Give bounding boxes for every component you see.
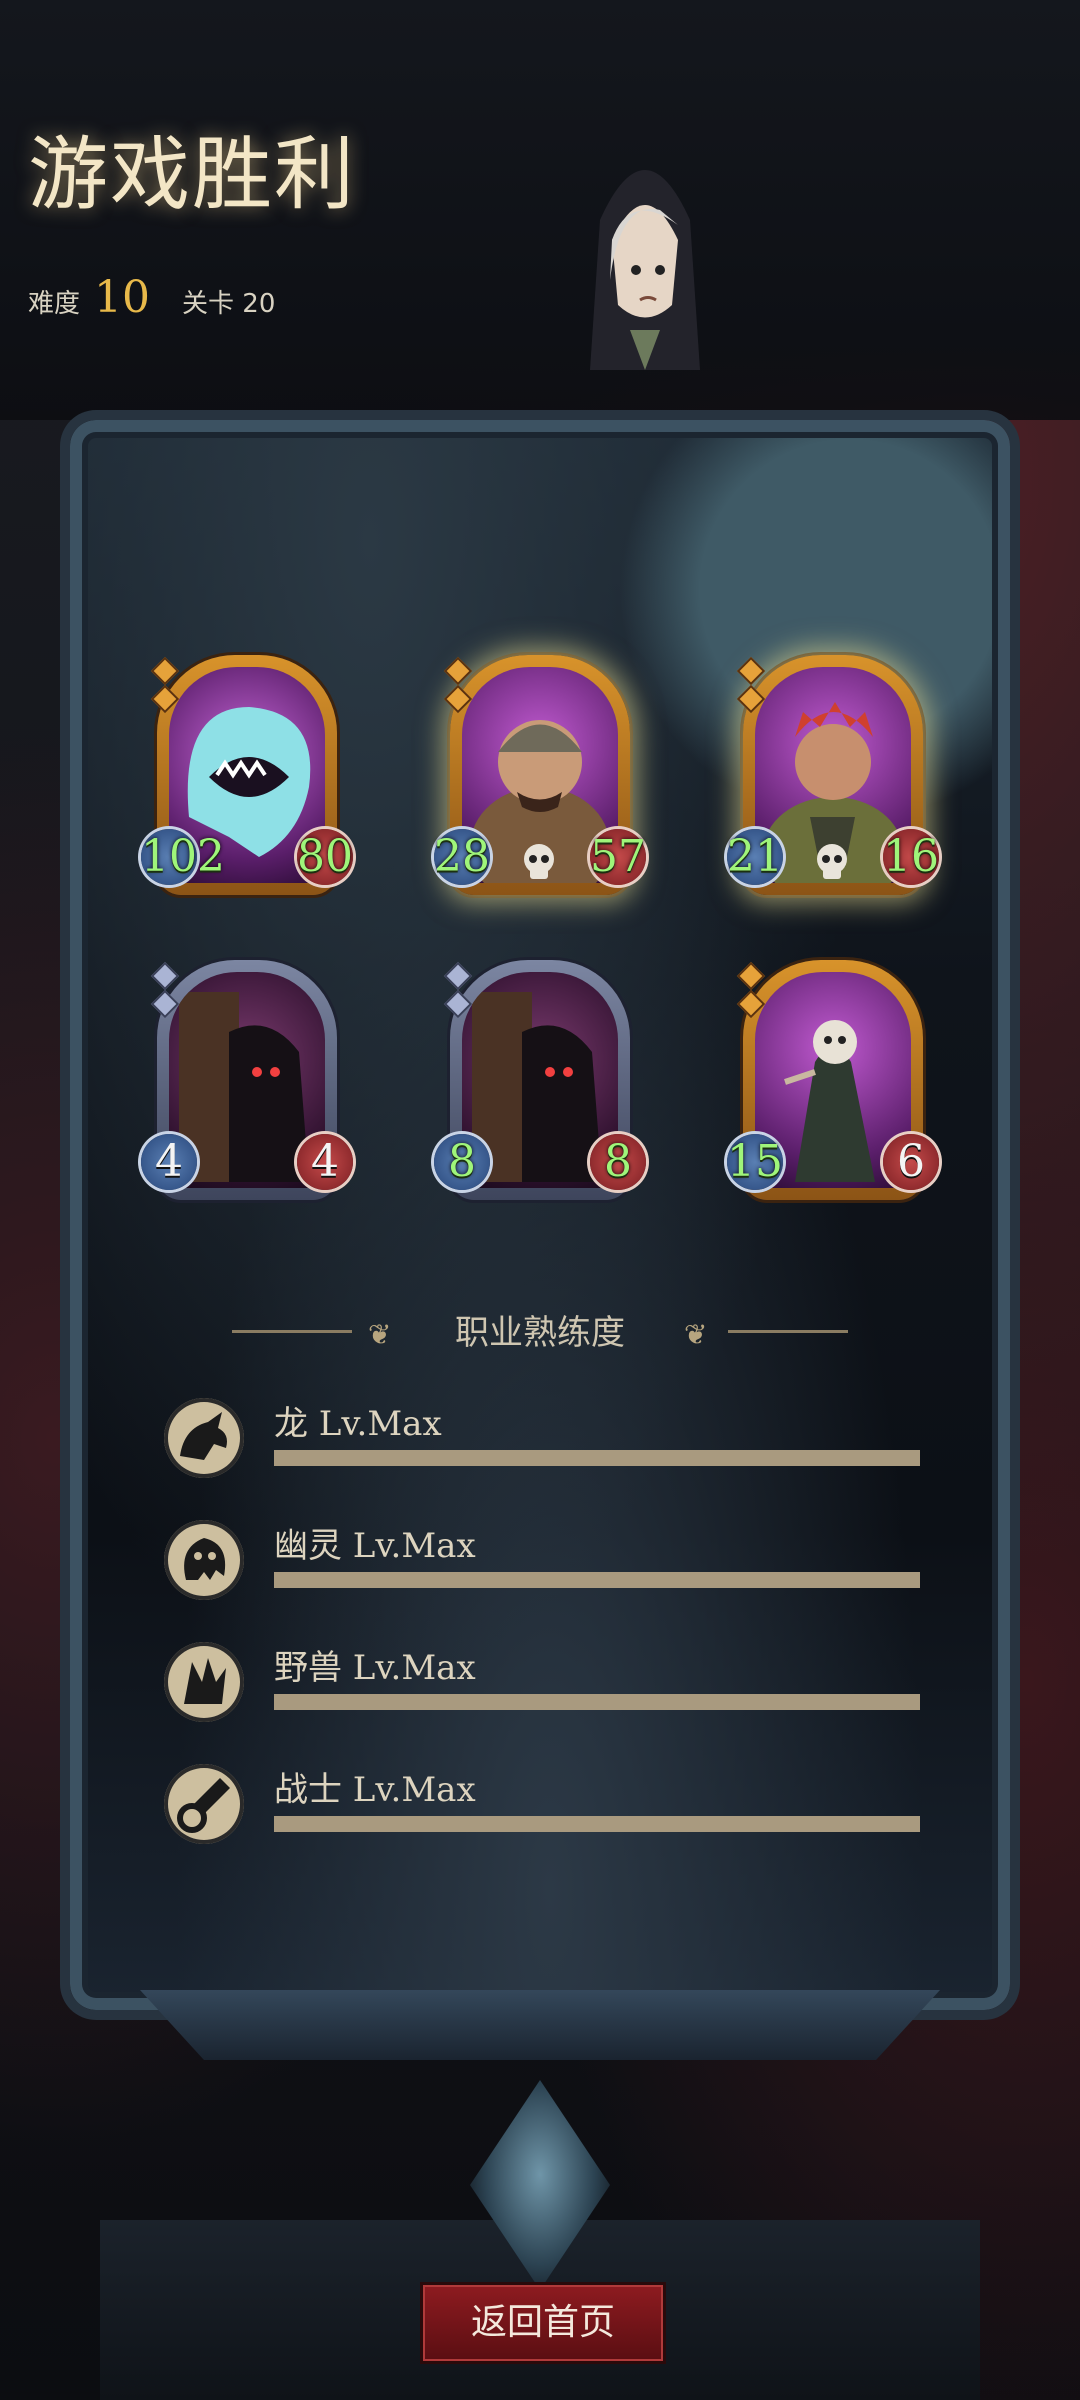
card-rarity-pips bbox=[736, 961, 766, 1022]
mastery-progress-bar bbox=[274, 1572, 920, 1588]
card-health: 8 bbox=[590, 1134, 646, 1190]
warrior-icon bbox=[164, 1764, 244, 1844]
mastery-row-beast: 野兽 Lv.Max bbox=[160, 1642, 920, 1732]
mastery-label: 战士 Lv.Max bbox=[274, 1770, 476, 1810]
card-rarity-pips bbox=[443, 656, 473, 717]
card-attack: 28 bbox=[434, 829, 490, 885]
mastery-progress-bar bbox=[274, 1694, 920, 1710]
card-rarity-pips bbox=[443, 961, 473, 1022]
card-health: 6 bbox=[883, 1134, 939, 1190]
card-attack: 4 bbox=[141, 1134, 197, 1190]
ghost-icon bbox=[164, 1520, 244, 1600]
mastery-progress-fill bbox=[274, 1572, 920, 1588]
return-home-button[interactable]: 返回首页 bbox=[420, 2282, 666, 2364]
mastery-progress-bar bbox=[274, 1816, 920, 1832]
mastery-label: 龙 Lv.Max bbox=[274, 1404, 442, 1444]
mastery-progress-fill bbox=[274, 1816, 920, 1832]
run-info: 难度 10 关卡 20 bbox=[28, 272, 275, 323]
hero-portrait bbox=[590, 170, 700, 370]
card-health: 4 bbox=[297, 1134, 353, 1190]
page-title: 游戏胜利 bbox=[28, 128, 356, 221]
ornament-icon: ❦ bbox=[684, 1318, 708, 1351]
skull-icon bbox=[524, 844, 554, 879]
card-rarity-pips bbox=[736, 656, 766, 717]
difficulty-value: 10 bbox=[94, 272, 151, 323]
card-attack: 8 bbox=[434, 1134, 490, 1190]
card-skull-mage[interactable]: 15 6 bbox=[727, 960, 939, 1200]
card-attack: 15 bbox=[727, 1134, 783, 1190]
card-rarity-pips bbox=[150, 656, 180, 717]
card-health: 16 bbox=[883, 829, 939, 885]
card-orc[interactable]: 21 16 bbox=[727, 655, 939, 895]
beast-icon bbox=[164, 1642, 244, 1722]
card-attack: 21 bbox=[727, 829, 783, 885]
mastery-progress-fill bbox=[274, 1450, 920, 1466]
dragon-icon bbox=[164, 1398, 244, 1478]
difficulty-label: 难度 bbox=[28, 289, 81, 319]
mastery-progress-fill bbox=[274, 1694, 920, 1710]
card-door-shadow-1[interactable]: 4 4 bbox=[141, 960, 353, 1200]
card-ghost-maw[interactable]: 102 80 bbox=[141, 655, 353, 895]
header: 游戏胜利 难度 10 关卡 20 bbox=[0, 0, 1080, 420]
mastery-label: 幽灵 Lv.Max bbox=[274, 1526, 476, 1566]
mastery-progress-bar bbox=[274, 1450, 920, 1466]
card-rarity-pips bbox=[150, 961, 180, 1022]
mastery-label: 野兽 Lv.Max bbox=[274, 1648, 476, 1688]
section-divider-right bbox=[728, 1330, 848, 1333]
mastery-title: 职业熟练度 bbox=[455, 1313, 625, 1353]
card-health: 57 bbox=[590, 829, 646, 885]
stage-label: 关卡 20 bbox=[182, 289, 276, 319]
mastery-row-dragon: 龙 Lv.Max bbox=[160, 1398, 920, 1488]
mastery-row-warrior: 战士 Lv.Max bbox=[160, 1764, 920, 1854]
panel-frame-bottom bbox=[140, 1990, 940, 2060]
skull-icon bbox=[817, 844, 847, 879]
card-door-shadow-2[interactable]: 8 8 bbox=[434, 960, 646, 1200]
card-brute[interactable]: 28 57 bbox=[434, 655, 646, 895]
card-attack: 102 bbox=[141, 829, 225, 885]
card-health: 80 bbox=[297, 829, 353, 885]
mastery-row-ghost: 幽灵 Lv.Max bbox=[160, 1520, 920, 1610]
